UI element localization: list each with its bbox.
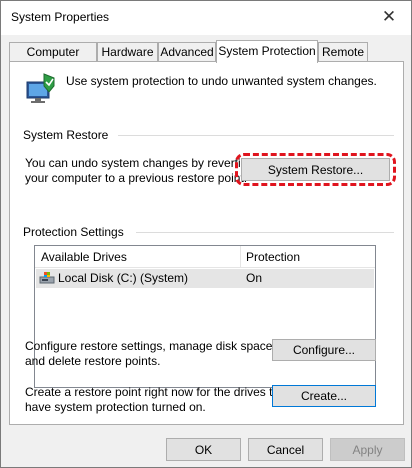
protection-settings-divider [136,232,394,233]
tab-hardware[interactable]: Hardware [97,42,158,62]
close-icon[interactable]: ✕ [379,7,399,27]
configure-button[interactable]: Configure... [272,339,376,361]
system-protection-panel: Use system protection to undo unwanted s… [9,61,404,425]
column-separator[interactable] [240,246,241,268]
apply-button[interactable]: Apply [330,438,405,461]
create-desc-line1: Create a restore point right now for the… [25,385,290,399]
tab-advanced[interactable]: Advanced [158,42,216,62]
drive-name: Local Disk (C:) (System) [58,271,189,285]
protection-status: On [246,271,263,285]
cancel-button[interactable]: Cancel [248,438,323,461]
system-restore-heading: System Restore [23,128,109,142]
tab-system-protection[interactable]: System Protection [216,40,318,63]
column-header-protection[interactable]: Protection [246,250,300,265]
create-button[interactable]: Create... [272,385,376,407]
configure-desc-line2: and delete restore points. [25,354,161,368]
drive-icon [39,272,55,284]
tab-remote[interactable]: Remote [318,42,368,62]
protection-settings-heading: Protection Settings [23,225,124,239]
column-header-available-drives[interactable]: Available Drives [41,250,127,265]
window-title: System Properties [11,10,110,24]
intro-text: Use system protection to undo unwanted s… [66,74,377,88]
system-protection-icon [26,73,55,103]
system-restore-divider [118,135,394,136]
tab-strip: Computer Name Hardware Advanced System P… [9,40,409,77]
create-desc-line2: have system protection turned on. [25,400,206,414]
ok-button[interactable]: OK [166,438,241,461]
table-row[interactable]: Local Disk (C:) (System) On [36,269,374,288]
system-restore-desc-line2: your computer to a previous restore poin… [25,171,248,185]
drives-list-header: Available Drives Protection [35,246,375,268]
title-bar: System Properties ✕ [1,1,411,35]
system-restore-desc-line1: You can undo system changes by reverting [25,156,255,170]
system-restore-button[interactable]: System Restore... [241,158,390,181]
tab-computer-name[interactable]: Computer Name [9,42,97,77]
configure-desc-line1: Configure restore settings, manage disk … [25,339,276,353]
system-properties-window: System Properties ✕ Computer Name Hardwa… [0,0,412,468]
